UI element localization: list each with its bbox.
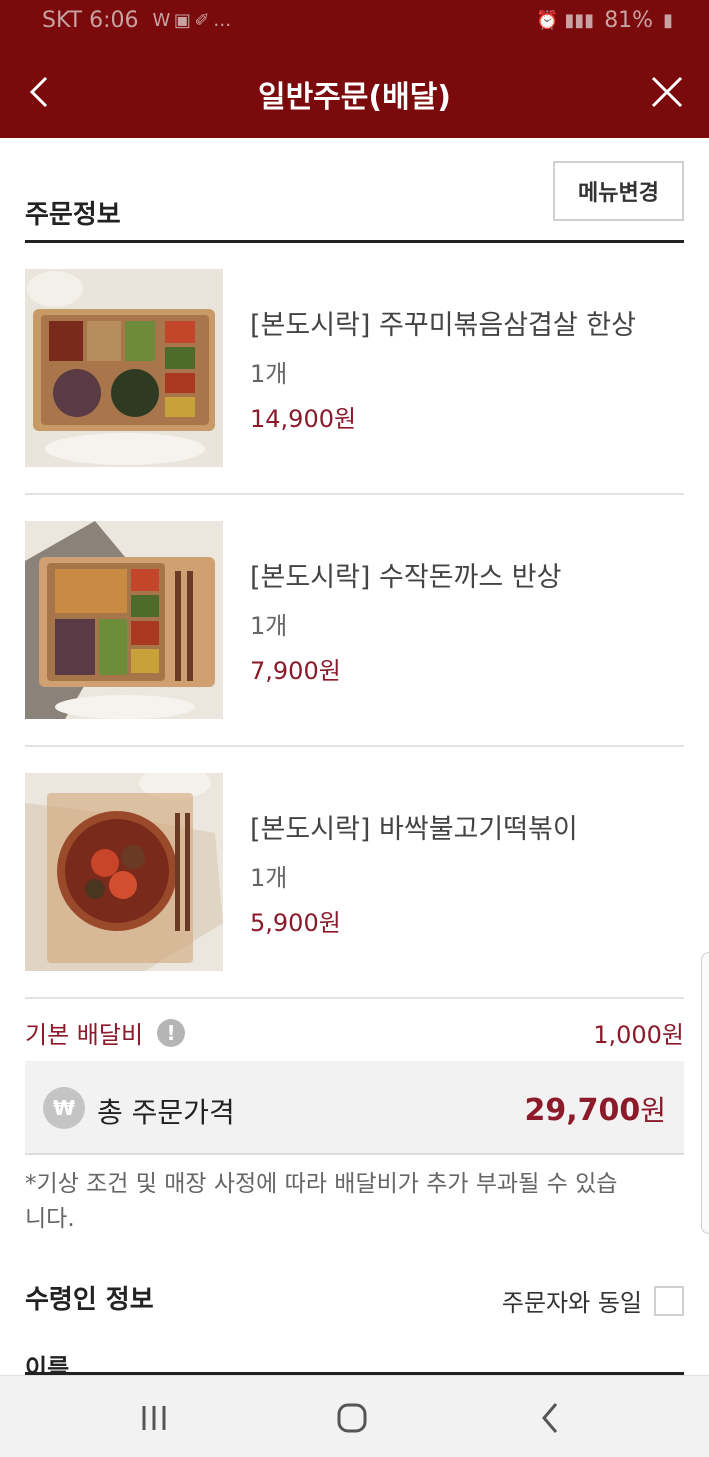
item-price: 7,900원 — [250, 657, 341, 685]
order-item[interactable]: [본도시락] 주꾸미볶음삼겹살 한상 1개 14,900원 — [25, 243, 684, 495]
item-name: [본도시락] 바싹불고기떡볶이 — [250, 814, 578, 845]
info-icon[interactable]: ! — [157, 1018, 186, 1047]
total-price-unit: 원 — [640, 1094, 666, 1127]
nav-back-icon[interactable] — [530, 1398, 570, 1438]
signal-icons: ⏰ ▮▮▮ — [536, 10, 595, 31]
total-price-amount: 29,700 — [524, 1093, 641, 1128]
same-as-orderer-label: 주문자와 동일 — [501, 1289, 642, 1317]
delivery-fee-value: 1,000원 — [593, 1021, 684, 1049]
item-qty: 1개 — [250, 612, 288, 640]
home-icon[interactable] — [332, 1398, 372, 1438]
notification-icons: W ▣ ✐ … — [152, 10, 232, 31]
close-icon[interactable] — [647, 72, 687, 112]
page-title: 일반주문(배달) — [257, 80, 452, 115]
tteokbokki-photo-icon — [25, 773, 223, 971]
recent-apps-icon[interactable] — [134, 1398, 174, 1438]
order-info-header: 주문정보 메뉴변경 — [25, 138, 684, 243]
item-qty: 1개 — [250, 864, 288, 892]
item-price: 14,900원 — [250, 405, 357, 433]
item-qty: 1개 — [250, 360, 288, 388]
battery-level: 81% — [604, 8, 654, 33]
edge-panel-handle[interactable] — [701, 952, 709, 1234]
won-icon: ₩ — [43, 1087, 85, 1129]
system-nav-bar — [0, 1375, 709, 1457]
app-header: 일반주문(배달) — [0, 44, 709, 138]
order-item[interactable]: [본도시락] 바싹불고기떡볶이 1개 5,900원 — [25, 747, 684, 999]
total-price-value: 29,700원 — [524, 1089, 666, 1129]
same-as-orderer-checkbox[interactable] — [654, 1285, 684, 1316]
recipient-title: 수령인 정보 — [25, 1285, 154, 1315]
item-name: [본도시락] 주꾸미볶음삼겹살 한상 — [250, 310, 636, 341]
item-price: 5,900원 — [250, 909, 341, 937]
lunchbox-photo-icon — [25, 269, 223, 467]
lunchbox-photo-icon — [25, 521, 223, 719]
battery-icon: ▮ — [663, 10, 673, 31]
menu-change-button[interactable]: 메뉴변경 — [553, 161, 684, 221]
order-info-title: 주문정보 — [25, 200, 121, 230]
status-bar: SKT 6:06 W ▣ ✐ … ⏰ ▮▮▮ 81% ▮ — [0, 0, 709, 44]
carrier-time: SKT 6:06 — [42, 8, 139, 33]
same-as-orderer-toggle[interactable]: 주문자와 동일 — [502, 1283, 684, 1318]
order-content: 주문정보 메뉴변경 [본도시락] 주꾸미볶음삼겹살 한상 1개 14,900원 … — [25, 138, 684, 1375]
recipient-header: 수령인 정보 주문자와 동일 — [25, 1279, 684, 1375]
delivery-fee-row: 기본 배달비 ! 1,000원 — [25, 999, 684, 1061]
total-price-label: 총 주문가격 — [97, 1096, 235, 1129]
delivery-fee-label: 기본 배달비 — [25, 1021, 144, 1049]
item-name: [본도시락] 수작돈까스 반상 — [250, 562, 562, 593]
total-price-box: ₩ 총 주문가격 29,700원 — [25, 1061, 684, 1155]
delivery-notice: *기상 조건 및 매장 사정에 따라 배달비가 추가 부과될 수 있습니다. — [25, 1171, 618, 1232]
order-item[interactable]: [본도시락] 수작돈까스 반상 1개 7,900원 — [25, 495, 684, 747]
